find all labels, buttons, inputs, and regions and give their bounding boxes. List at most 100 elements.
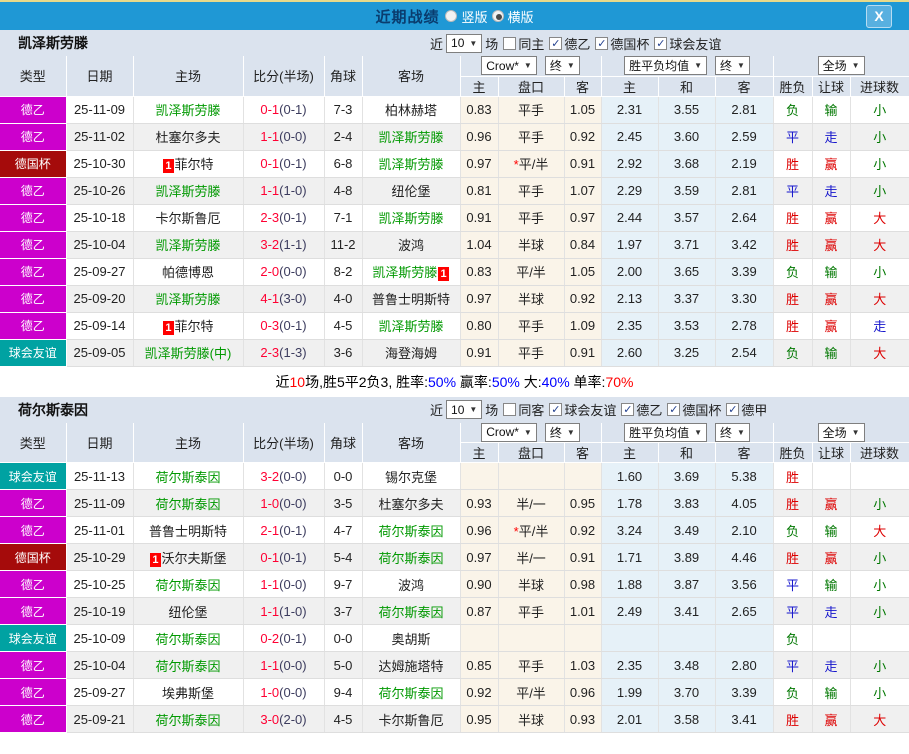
result-goals-cell	[850, 462, 909, 490]
home-team-cell-name: 菲尔特	[174, 157, 214, 172]
odds-group-controls: Crow* ▼ 终 ▼	[461, 56, 601, 76]
avg-away-cell: 3.39	[715, 258, 774, 286]
chevron-down-icon: ▼	[469, 405, 478, 414]
avg-draw-cell	[658, 624, 716, 652]
away-team-cell-name: 普鲁士明斯特	[371, 292, 450, 307]
away-team-cell: 波鸿	[362, 231, 461, 259]
titlebar: 近期战绩 竖版 横版 X	[0, 0, 909, 30]
odds-away-cell: 0.96	[564, 678, 602, 706]
fulltime-score: 0-1	[260, 156, 280, 171]
league-checkbox-3[interactable]: ✓ 德甲	[726, 400, 767, 419]
same-venue-checkbox[interactable]: 同主	[503, 34, 544, 53]
result-handicap-cell	[812, 624, 851, 652]
odds-company-select[interactable]: Crow* ▼	[481, 422, 537, 442]
league-checkbox-0-label: 德乙	[564, 36, 591, 52]
odds-line-cell: 半球	[498, 231, 565, 259]
fulltime-score: 0-3	[260, 318, 280, 333]
close-button[interactable]: X	[866, 5, 892, 28]
league-checkbox-0[interactable]: ✓ 德乙	[549, 34, 590, 53]
avg-final-select[interactable]: 终 ▼	[715, 422, 750, 442]
result-goals-cell: 小	[850, 96, 909, 124]
result-handicap-cell: 走	[812, 177, 851, 205]
match-count-select[interactable]: 10 ▼	[446, 33, 483, 53]
avg-odds-select[interactable]: 胜平负均值 ▼	[624, 56, 708, 76]
match-date-cell: 25-09-27	[66, 678, 134, 706]
result-handicap-cell: 赢	[812, 312, 851, 340]
match-row: 德国杯 25-10-30 1 菲尔特 0-1(0-1) 6-8 凯泽斯劳滕 0.97 *平/半 0…	[0, 150, 909, 178]
fulltime-score: 3-0	[260, 711, 280, 727]
stats-summary: 近 10 场,胜5平2负3, 胜率: 50% 赢率: 50% 大: 40% 单率: 70%	[0, 366, 909, 397]
away-team-cell-name: 荷尔斯泰因	[378, 523, 444, 539]
home-team-cell: 凯泽斯劳滕(中)	[133, 339, 244, 367]
fulltime-score: 1-1	[260, 129, 280, 144]
fulltime-select[interactable]: 全场 ▼	[817, 422, 865, 442]
result-handicap-cell: 赢	[812, 705, 851, 733]
fulltime-score: 1-1	[260, 576, 280, 592]
match-count-select[interactable]: 10 ▼	[446, 400, 483, 419]
avg-home-cell	[601, 624, 659, 652]
avg-odds-select[interactable]: 胜平负均值 ▼	[624, 422, 708, 442]
same-venue-checkbox[interactable]: 同客	[503, 400, 544, 419]
chevron-down-icon: ▼	[523, 427, 532, 437]
home-team-cell-name: 荷尔斯泰因	[155, 658, 221, 674]
halftime-score: (0-0)	[279, 576, 307, 592]
fulltime-select[interactable]: 全场 ▼	[817, 56, 865, 76]
league-checkbox-2[interactable]: ✓ 球会友谊	[654, 34, 721, 53]
summary-segment: 50%	[428, 373, 457, 390]
league-checkbox-2[interactable]: ✓ 德国杯	[667, 400, 721, 419]
result-goals-cell: 大	[850, 285, 909, 313]
league-type-cell: 球会友谊	[0, 339, 67, 367]
odds-away-cell	[564, 624, 602, 652]
avg-home-cell: 3.24	[601, 516, 659, 544]
score-cell: 2-1(0-1)	[243, 516, 325, 544]
sub-header-8: 进球数	[850, 442, 909, 463]
summary-segment: 场,胜5平2负3, 胜率:	[305, 373, 429, 390]
home-team-cell-name: 埃弗斯堡	[161, 685, 214, 701]
result-handicap-cell: 赢	[812, 204, 851, 232]
avg-away-cell: 3.42	[715, 231, 774, 259]
home-team-cell-name: 荷尔斯泰因	[155, 712, 221, 728]
away-team-cell: 海登海姆	[362, 339, 461, 367]
avg-home-cell: 1.78	[601, 489, 659, 517]
team-name: 荷尔斯泰因	[18, 401, 88, 418]
home-team-cell: 卡尔斯鲁厄	[133, 204, 244, 232]
layout-radio-vertical[interactable]: 竖版	[445, 7, 488, 26]
league-checkbox-2-label: 德国杯	[682, 403, 722, 418]
league-type-cell: 德乙	[0, 96, 67, 124]
avg-home-cell: 1.88	[601, 570, 659, 598]
away-team-cell-name: 凯泽斯劳滕	[378, 211, 444, 226]
odds-line-cell: 半球	[498, 285, 565, 313]
odds-final-select[interactable]: 终 ▼	[544, 422, 580, 442]
layout-radio-horizontal[interactable]: 横版	[491, 7, 534, 26]
away-team-cell: 锡尔克堡	[362, 462, 461, 490]
odds-away-cell: 0.92	[564, 123, 602, 151]
avg-home-cell: 2.13	[601, 285, 659, 313]
odds-line-cell: 半球	[498, 705, 565, 733]
radio-button-selected-icon	[491, 10, 504, 22]
match-row: 德乙 25-11-09 荷尔斯泰因 1-0(0-0) 3-5 杜塞尔多夫 0.93 半/一 0.…	[0, 489, 909, 517]
odds-home-cell: 0.85	[460, 651, 499, 679]
red-card-badge: 1	[163, 159, 174, 173]
home-team-cell: 荷尔斯泰因	[133, 462, 244, 490]
home-team-cell: 纽伦堡	[133, 597, 244, 625]
odds-home-cell: 0.93	[460, 489, 499, 517]
result-goals-cell: 大	[850, 204, 909, 232]
avg-final-select[interactable]: 终 ▼	[715, 56, 750, 76]
checkbox-checked-icon: ✓	[726, 403, 740, 416]
league-checkbox-0[interactable]: ✓ 球会友谊	[549, 400, 616, 419]
match-date-cell: 25-11-09	[66, 489, 134, 517]
league-checkbox-1[interactable]: ✓ 德乙	[621, 400, 662, 419]
odds-line-cell: 半/一	[498, 543, 565, 571]
sub-header-7: 让球	[812, 442, 851, 463]
avg-home-cell: 2.35	[601, 651, 659, 679]
odds-company-select[interactable]: Crow* ▼	[481, 56, 537, 76]
fulltime-group-controls: 全场 ▼	[774, 422, 909, 442]
odds-final-select[interactable]: 终 ▼	[544, 56, 580, 76]
league-checkbox-1[interactable]: ✓ 德国杯	[595, 34, 649, 53]
odds-home-cell: 0.92	[460, 678, 499, 706]
odds-home-cell: 0.95	[460, 705, 499, 733]
match-date-cell: 25-09-05	[66, 339, 134, 367]
corner-cell: 0-0	[324, 624, 363, 652]
match-row: 德乙 25-10-26 凯泽斯劳滕 1-1(1-0) 4-8 纽伦堡 0.81 平手 1.07 2…	[0, 177, 909, 205]
odds-line-cell: 半球	[498, 570, 565, 598]
